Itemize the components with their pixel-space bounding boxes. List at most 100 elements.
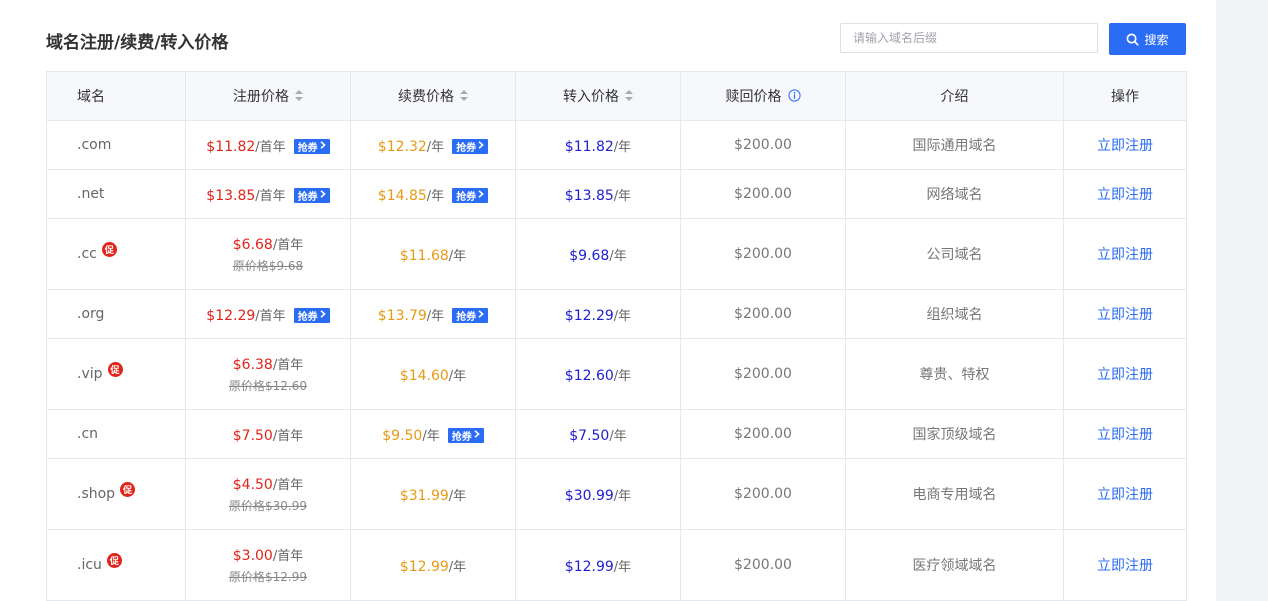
search-button[interactable]: 搜索	[1109, 23, 1186, 55]
register-now-link[interactable]: 立即注册	[1097, 558, 1153, 574]
register-unit: /首年	[272, 549, 304, 564]
renew-price: $14.60	[399, 367, 449, 384]
register-now-link[interactable]: 立即注册	[1097, 247, 1153, 263]
register-price-cell: $7.50/首年	[185, 409, 351, 459]
register-now-link[interactable]: 立即注册	[1097, 307, 1153, 323]
domain-name-cell: .icu 促	[46, 529, 186, 601]
register-now-link[interactable]: 立即注册	[1097, 487, 1153, 503]
domain-name-cell: .net	[46, 169, 186, 219]
transfer-unit: /年	[613, 308, 632, 324]
intro-text: 网络域名	[845, 169, 1064, 219]
intro-text: 公司域名	[845, 218, 1064, 290]
register-price-cell: $12.29/首年 抢券	[185, 289, 351, 339]
original-price: 原价格$30.99	[228, 499, 307, 513]
renew-price: $9.50	[382, 427, 423, 444]
promo-badge-icon: 促	[101, 242, 117, 257]
register-now-link[interactable]: 立即注册	[1097, 138, 1153, 154]
header-domain: 域名	[46, 71, 186, 121]
register-unit: /首年	[255, 139, 286, 155]
renew-unit: /年	[448, 368, 467, 384]
domain-name: .shop	[77, 486, 116, 502]
chevron-right-icon	[474, 430, 480, 441]
table-row: .cc 促 $6.68/首年 原价格$9.68 $11.68/年 $9.68/年 $200.…	[46, 218, 1187, 290]
register-coupon-button[interactable]: 抢券	[293, 139, 330, 154]
table-row: .org $12.29/首年 抢券 $13.79/年 抢券 $12.29/年 $200.00…	[46, 289, 1187, 339]
transfer-unit: /年	[613, 488, 632, 504]
header-renew[interactable]: 续费价格	[350, 71, 516, 121]
renew-coupon-button[interactable]: 抢券	[447, 428, 484, 443]
search-button-label: 搜索	[1144, 32, 1169, 47]
register-price: $6.68	[232, 237, 273, 253]
register-price-cell: $3.00/首年原价格$12.99	[185, 529, 351, 601]
transfer-price: $9.68	[569, 247, 610, 264]
transfer-price: $11.82	[564, 138, 614, 155]
register-coupon-button[interactable]: 抢券	[293, 308, 330, 323]
register-now-link[interactable]: 立即注册	[1097, 187, 1153, 203]
renew-coupon-button[interactable]: 抢券	[452, 139, 489, 154]
action-cell: 立即注册	[1063, 169, 1187, 219]
renew-price: $12.32	[377, 138, 427, 155]
header-register[interactable]: 注册价格	[185, 71, 351, 121]
redeem-price: $200.00	[680, 120, 846, 170]
renew-price-cell: $14.60/年	[350, 338, 516, 410]
header-transfer[interactable]: 转入价格	[515, 71, 681, 121]
renew-unit: /年	[448, 248, 467, 264]
register-price-cell: $13.85/首年 抢券	[185, 169, 351, 219]
intro-text: 组织域名	[845, 289, 1064, 339]
action-cell: 立即注册	[1063, 218, 1187, 290]
register-unit: /首年	[272, 238, 304, 253]
price-table: 域名 注册价格 续费价格 转入价格 赎回价格 介绍 操作 .com $11.82/…	[46, 71, 1187, 601]
chevron-right-icon	[478, 310, 484, 321]
action-cell: 立即注册	[1063, 458, 1187, 530]
action-cell: 立即注册	[1063, 120, 1187, 170]
sort-icon[interactable]	[460, 89, 468, 105]
transfer-price: $12.29	[564, 307, 614, 324]
transfer-price-cell: $12.60/年	[515, 338, 681, 410]
transfer-price-cell: $9.68/年	[515, 218, 681, 290]
action-cell: 立即注册	[1063, 409, 1187, 459]
renew-coupon-button[interactable]: 抢券	[452, 308, 489, 323]
intro-text: 国际通用域名	[845, 120, 1064, 170]
intro-text: 医疗领域域名	[845, 529, 1064, 601]
domain-name-cell: .shop 促	[46, 458, 186, 530]
renew-coupon-button[interactable]: 抢券	[452, 188, 489, 203]
transfer-price-cell: $12.29/年	[515, 289, 681, 339]
renew-unit: /年	[426, 188, 445, 204]
domain-name: .cc	[77, 246, 97, 262]
renew-unit: /年	[426, 308, 445, 324]
sort-icon[interactable]	[625, 89, 633, 105]
redeem-price: $200.00	[680, 338, 846, 410]
domain-name-cell: .com	[46, 120, 186, 170]
chevron-right-icon	[320, 310, 326, 321]
renew-price-cell: $12.99/年	[350, 529, 516, 601]
domain-name: .vip	[77, 366, 103, 382]
register-price-cell: $4.50/首年 原价格$30.99	[185, 458, 351, 530]
sort-icon[interactable]	[295, 89, 303, 105]
domain-name-cell: .cn	[46, 409, 186, 459]
domain-name-cell: .org	[46, 289, 186, 339]
register-unit: /首年	[255, 188, 286, 204]
search-input[interactable]	[840, 23, 1098, 53]
redeem-price: $200.00	[680, 218, 846, 290]
register-now-link[interactable]: 立即注册	[1097, 427, 1153, 443]
transfer-price: $12.60	[564, 367, 614, 384]
renew-price: $31.99	[399, 487, 449, 504]
original-price: 原价格$12.99	[228, 570, 307, 584]
register-unit: /首年	[272, 478, 304, 493]
redeem-price: $200.00	[680, 458, 846, 530]
register-price: $3.00	[232, 548, 273, 564]
info-icon[interactable]	[787, 88, 801, 106]
header-action: 操作	[1063, 71, 1187, 121]
register-price-cell: $6.38/首年 原价格$12.60	[185, 338, 351, 410]
domain-name: .icu	[77, 557, 102, 573]
register-coupon-button[interactable]: 抢券	[293, 188, 330, 203]
domain-name-cell: .cc 促	[46, 218, 186, 290]
chevron-right-icon	[478, 190, 484, 201]
intro-text: 国家顶级域名	[845, 409, 1064, 459]
intro-text: 电商专用域名	[845, 458, 1064, 530]
register-now-link[interactable]: 立即注册	[1097, 367, 1153, 383]
transfer-price: $12.99	[564, 558, 614, 575]
domain-name: .org	[77, 306, 105, 322]
transfer-price: $30.99	[564, 487, 614, 504]
domain-name: .com	[77, 137, 112, 153]
